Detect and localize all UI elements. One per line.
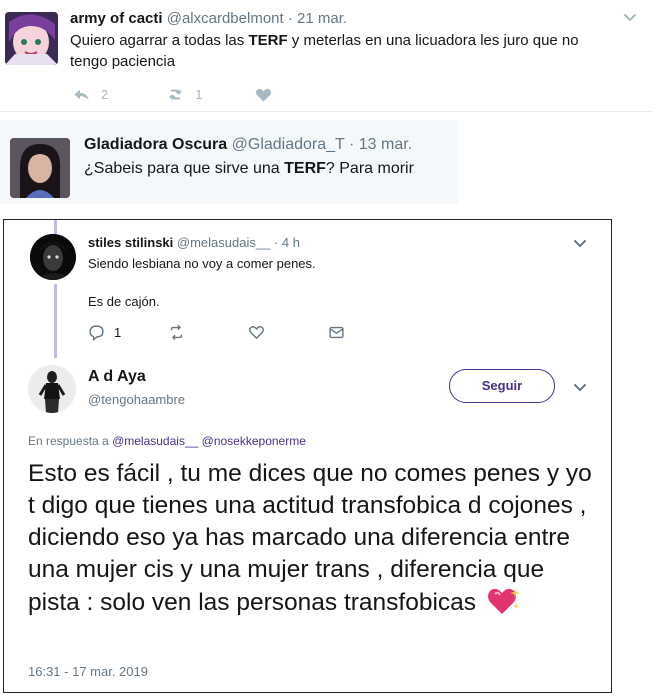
display-name[interactable]: A d Aya bbox=[88, 368, 146, 386]
avatar[interactable] bbox=[28, 365, 76, 413]
retweet-count: 1 bbox=[195, 86, 203, 102]
thread-line bbox=[54, 284, 57, 358]
tweet-text-line: Es de cajón. bbox=[88, 294, 160, 309]
like-action[interactable] bbox=[254, 85, 273, 104]
handle[interactable]: @alxcardbelmont bbox=[167, 10, 284, 27]
tweet-date[interactable]: · 13 mar. bbox=[349, 136, 412, 153]
tweet-header: Gladiadora Oscura @Gladiadora_T · 13 mar… bbox=[84, 136, 412, 154]
reply-count: 1 bbox=[114, 325, 122, 340]
chevron-down-icon[interactable] bbox=[572, 380, 588, 396]
retweet-action[interactable] bbox=[168, 324, 248, 341]
tweet-text: Quiero agarrar a todas las TERF y meterl… bbox=[70, 30, 615, 72]
avatar[interactable] bbox=[10, 138, 70, 198]
tweet-text: ¿Sabeis para que sirve una TERF? Para mo… bbox=[84, 160, 414, 178]
avatar-image bbox=[30, 234, 76, 280]
avatar[interactable] bbox=[30, 234, 76, 280]
tweet-text-part: Quiero agarrar a todas las bbox=[70, 32, 249, 49]
tweet-gladiadora-oscura[interactable]: Gladiadora Oscura @Gladiadora_T · 13 mar… bbox=[0, 120, 458, 204]
reply-action[interactable]: 2 bbox=[72, 85, 108, 104]
tweet-timestamp[interactable]: 16:31 - 17 mar. 2019 bbox=[28, 664, 148, 679]
reply-context: En respuesta a @melasudais__ @nosekkepon… bbox=[28, 434, 306, 448]
sparkling-heart-emoji bbox=[487, 588, 520, 614]
tweet-text-line: Siendo lesbiana no voy a comer penes. bbox=[88, 256, 316, 271]
tweet-text-bold: TERF bbox=[248, 32, 288, 49]
retweet-icon bbox=[169, 89, 182, 99]
tweet-actions: 1 bbox=[88, 324, 345, 341]
tweet-header: army of cacti @alxcardbelmont · 21 mar. bbox=[70, 10, 347, 27]
tweet-text-part: ? Para morir bbox=[325, 160, 414, 177]
display-name[interactable]: army of cacti bbox=[70, 10, 163, 27]
retweet-icon bbox=[170, 324, 183, 341]
chevron-down-icon[interactable] bbox=[572, 236, 588, 252]
tweet-date[interactable]: · 21 mar. bbox=[288, 10, 347, 27]
reply-count: 2 bbox=[101, 86, 109, 102]
tweet-date[interactable]: · 4 h bbox=[274, 235, 300, 250]
display-name[interactable]: Gladiadora Oscura bbox=[84, 136, 227, 153]
handle[interactable]: @melasudais__ bbox=[177, 235, 270, 250]
mention-link[interactable]: @melasudais__ bbox=[112, 434, 198, 448]
tweet-text: Esto es fácil , tu me dices que no comes… bbox=[28, 458, 598, 619]
reply-action[interactable]: 1 bbox=[88, 324, 168, 341]
tweet-actions: 2 1 bbox=[72, 84, 303, 104]
follow-button[interactable]: Seguir bbox=[449, 369, 555, 403]
display-name[interactable]: stiles stilinski bbox=[88, 235, 173, 250]
tweet-header: stiles stilinski @melasudais__ · 4 h bbox=[88, 235, 300, 250]
chevron-down-icon[interactable] bbox=[622, 10, 638, 26]
like-action[interactable] bbox=[248, 324, 328, 341]
reply-prefix: En respuesta a bbox=[28, 434, 109, 448]
retweet-action[interactable]: 1 bbox=[166, 85, 202, 104]
reply-icon bbox=[74, 89, 89, 100]
avatar-image bbox=[5, 12, 58, 65]
tweet-text-part: ¿Sabeis para que sirve una bbox=[84, 160, 285, 177]
tweet-text-bold: TERF bbox=[284, 160, 326, 177]
like-icon bbox=[256, 88, 272, 102]
tweet-army-of-cacti[interactable]: army of cacti @alxcardbelmont · 21 mar. … bbox=[0, 0, 652, 112]
avatar[interactable] bbox=[5, 12, 58, 65]
dm-action[interactable] bbox=[328, 324, 345, 341]
like-icon bbox=[249, 326, 264, 340]
mention-link[interactable]: @nosekkeponerme bbox=[202, 434, 306, 448]
avatar-image bbox=[10, 138, 70, 198]
avatar-image bbox=[28, 365, 76, 413]
dm-icon bbox=[329, 326, 344, 339]
handle[interactable]: @tengohaambre bbox=[88, 392, 185, 407]
conversation-screenshot: stiles stilinski @melasudais__ · 4 h Sie… bbox=[3, 219, 612, 693]
handle[interactable]: @Gladiadora_T bbox=[232, 136, 345, 153]
reply-icon bbox=[89, 325, 104, 341]
